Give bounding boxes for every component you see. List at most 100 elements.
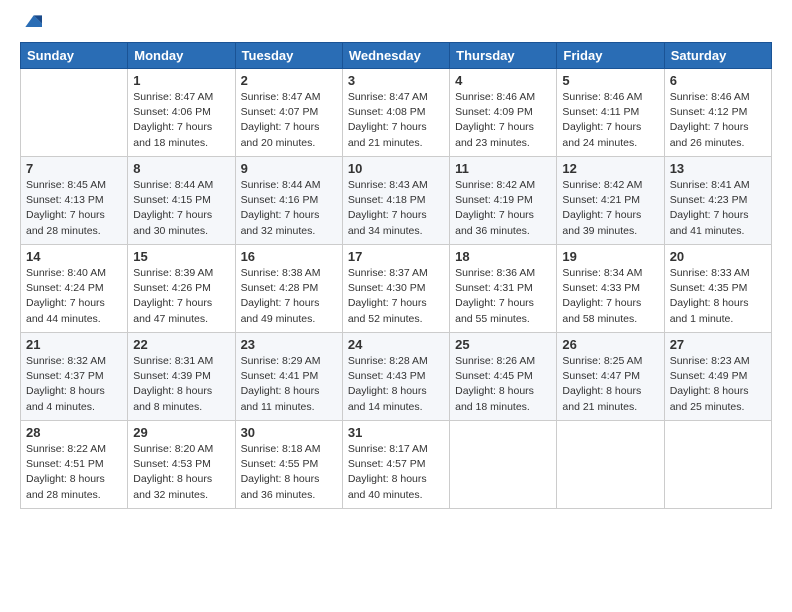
calendar-cell <box>21 69 128 157</box>
calendar-cell: 27 Sunrise: 8:23 AM Sunset: 4:49 PM Dayli… <box>664 333 771 421</box>
day-info: Sunrise: 8:23 AM Sunset: 4:49 PM Dayligh… <box>670 354 766 415</box>
day-number: 21 <box>26 337 122 352</box>
day-info: Sunrise: 8:29 AM Sunset: 4:41 PM Dayligh… <box>241 354 337 415</box>
day-number: 13 <box>670 161 766 176</box>
day-info: Sunrise: 8:43 AM Sunset: 4:18 PM Dayligh… <box>348 178 444 239</box>
day-info: Sunrise: 8:42 AM Sunset: 4:19 PM Dayligh… <box>455 178 551 239</box>
day-number: 3 <box>348 73 444 88</box>
day-number: 19 <box>562 249 658 264</box>
day-number: 14 <box>26 249 122 264</box>
weekday-header-wednesday: Wednesday <box>342 43 449 69</box>
day-number: 17 <box>348 249 444 264</box>
calendar-table: SundayMondayTuesdayWednesdayThursdayFrid… <box>20 42 772 509</box>
day-number: 9 <box>241 161 337 176</box>
day-info: Sunrise: 8:37 AM Sunset: 4:30 PM Dayligh… <box>348 266 444 327</box>
day-number: 15 <box>133 249 229 264</box>
calendar-cell: 8 Sunrise: 8:44 AM Sunset: 4:15 PM Daylig… <box>128 157 235 245</box>
day-info: Sunrise: 8:32 AM Sunset: 4:37 PM Dayligh… <box>26 354 122 415</box>
weekday-header-tuesday: Tuesday <box>235 43 342 69</box>
day-info: Sunrise: 8:17 AM Sunset: 4:57 PM Dayligh… <box>348 442 444 503</box>
day-info: Sunrise: 8:47 AM Sunset: 4:08 PM Dayligh… <box>348 90 444 151</box>
day-number: 29 <box>133 425 229 440</box>
weekday-header-monday: Monday <box>128 43 235 69</box>
day-number: 2 <box>241 73 337 88</box>
calendar-cell: 19 Sunrise: 8:34 AM Sunset: 4:33 PM Dayli… <box>557 245 664 333</box>
day-number: 4 <box>455 73 551 88</box>
day-number: 27 <box>670 337 766 352</box>
calendar-cell: 15Sunrise: 8:39 AM Sunset: 4:26 PM Dayli… <box>128 245 235 333</box>
calendar-cell: 12 Sunrise: 8:42 AM Sunset: 4:21 PM Dayli… <box>557 157 664 245</box>
calendar-cell: 10 Sunrise: 8:43 AM Sunset: 4:18 PM Dayli… <box>342 157 449 245</box>
weekday-header-friday: Friday <box>557 43 664 69</box>
day-info: Sunrise: 8:41 AM Sunset: 4:23 PM Dayligh… <box>670 178 766 239</box>
page: SundayMondayTuesdayWednesdayThursdayFrid… <box>0 0 792 612</box>
day-info: Sunrise: 8:42 AM Sunset: 4:21 PM Dayligh… <box>562 178 658 239</box>
day-number: 18 <box>455 249 551 264</box>
calendar-cell: 13 Sunrise: 8:41 AM Sunset: 4:23 PM Dayli… <box>664 157 771 245</box>
day-info: Sunrise: 8:38 AM Sunset: 4:28 PM Dayligh… <box>241 266 337 327</box>
calendar-week-2: 7 Sunrise: 8:45 AM Sunset: 4:13 PM Daylig… <box>21 157 772 245</box>
day-info: Sunrise: 8:46 AM Sunset: 4:11 PM Dayligh… <box>562 90 658 151</box>
day-number: 20 <box>670 249 766 264</box>
day-info: Sunrise: 8:46 AM Sunset: 4:12 PM Dayligh… <box>670 90 766 151</box>
day-info: Sunrise: 8:18 AM Sunset: 4:55 PM Dayligh… <box>241 442 337 503</box>
weekday-header-row: SundayMondayTuesdayWednesdayThursdayFrid… <box>21 43 772 69</box>
day-number: 31 <box>348 425 444 440</box>
day-info: Sunrise: 8:47 AM Sunset: 4:07 PM Dayligh… <box>241 90 337 151</box>
day-number: 1 <box>133 73 229 88</box>
day-number: 30 <box>241 425 337 440</box>
day-info: Sunrise: 8:26 AM Sunset: 4:45 PM Dayligh… <box>455 354 551 415</box>
calendar-week-5: 28 Sunrise: 8:22 AM Sunset: 4:51 PM Dayli… <box>21 421 772 509</box>
weekday-header-sunday: Sunday <box>21 43 128 69</box>
calendar-cell: 18 Sunrise: 8:36 AM Sunset: 4:31 PM Dayli… <box>450 245 557 333</box>
day-info: Sunrise: 8:33 AM Sunset: 4:35 PM Dayligh… <box>670 266 766 327</box>
day-info: Sunrise: 8:46 AM Sunset: 4:09 PM Dayligh… <box>455 90 551 151</box>
day-number: 10 <box>348 161 444 176</box>
day-info: Sunrise: 8:34 AM Sunset: 4:33 PM Dayligh… <box>562 266 658 327</box>
calendar-cell: 25 Sunrise: 8:26 AM Sunset: 4:45 PM Dayli… <box>450 333 557 421</box>
day-info: Sunrise: 8:20 AM Sunset: 4:53 PM Dayligh… <box>133 442 229 503</box>
calendar-cell: 16 Sunrise: 8:38 AM Sunset: 4:28 PM Dayli… <box>235 245 342 333</box>
day-number: 8 <box>133 161 229 176</box>
calendar-cell: 6 Sunrise: 8:46 AM Sunset: 4:12 PM Daylig… <box>664 69 771 157</box>
calendar-cell <box>450 421 557 509</box>
calendar-cell: 24Sunrise: 8:28 AM Sunset: 4:43 PM Dayli… <box>342 333 449 421</box>
calendar-cell: 7 Sunrise: 8:45 AM Sunset: 4:13 PM Daylig… <box>21 157 128 245</box>
day-number: 5 <box>562 73 658 88</box>
calendar-cell: 30 Sunrise: 8:18 AM Sunset: 4:55 PM Dayli… <box>235 421 342 509</box>
day-number: 26 <box>562 337 658 352</box>
day-info: Sunrise: 8:36 AM Sunset: 4:31 PM Dayligh… <box>455 266 551 327</box>
day-info: Sunrise: 8:40 AM Sunset: 4:24 PM Dayligh… <box>26 266 122 327</box>
logo <box>20 16 42 32</box>
calendar-cell: 22 Sunrise: 8:31 AM Sunset: 4:39 PM Dayli… <box>128 333 235 421</box>
day-number: 12 <box>562 161 658 176</box>
calendar-cell: 2 Sunrise: 8:47 AM Sunset: 4:07 PM Daylig… <box>235 69 342 157</box>
weekday-header-saturday: Saturday <box>664 43 771 69</box>
day-info: Sunrise: 8:44 AM Sunset: 4:15 PM Dayligh… <box>133 178 229 239</box>
calendar-cell: 26 Sunrise: 8:25 AM Sunset: 4:47 PM Dayli… <box>557 333 664 421</box>
calendar-cell: 17 Sunrise: 8:37 AM Sunset: 4:30 PM Dayli… <box>342 245 449 333</box>
calendar-cell: 11 Sunrise: 8:42 AM Sunset: 4:19 PM Dayli… <box>450 157 557 245</box>
day-number: 22 <box>133 337 229 352</box>
day-info: Sunrise: 8:45 AM Sunset: 4:13 PM Dayligh… <box>26 178 122 239</box>
day-number: 7 <box>26 161 122 176</box>
day-number: 28 <box>26 425 122 440</box>
day-number: 16 <box>241 249 337 264</box>
logo-icon <box>22 12 42 32</box>
calendar-week-3: 14 Sunrise: 8:40 AM Sunset: 4:24 PM Dayli… <box>21 245 772 333</box>
calendar-cell: 21 Sunrise: 8:32 AM Sunset: 4:37 PM Dayli… <box>21 333 128 421</box>
day-info: Sunrise: 8:22 AM Sunset: 4:51 PM Dayligh… <box>26 442 122 503</box>
day-number: 23 <box>241 337 337 352</box>
calendar-cell: 20 Sunrise: 8:33 AM Sunset: 4:35 PM Dayli… <box>664 245 771 333</box>
day-number: 11 <box>455 161 551 176</box>
calendar-cell: 9Sunrise: 8:44 AM Sunset: 4:16 PM Daylig… <box>235 157 342 245</box>
day-info: Sunrise: 8:31 AM Sunset: 4:39 PM Dayligh… <box>133 354 229 415</box>
day-number: 25 <box>455 337 551 352</box>
weekday-header-thursday: Thursday <box>450 43 557 69</box>
calendar-cell: 1Sunrise: 8:47 AM Sunset: 4:06 PM Daylig… <box>128 69 235 157</box>
calendar-cell <box>557 421 664 509</box>
calendar-cell: 3 Sunrise: 8:47 AM Sunset: 4:08 PM Daylig… <box>342 69 449 157</box>
calendar-week-4: 21 Sunrise: 8:32 AM Sunset: 4:37 PM Dayli… <box>21 333 772 421</box>
day-number: 6 <box>670 73 766 88</box>
day-info: Sunrise: 8:25 AM Sunset: 4:47 PM Dayligh… <box>562 354 658 415</box>
